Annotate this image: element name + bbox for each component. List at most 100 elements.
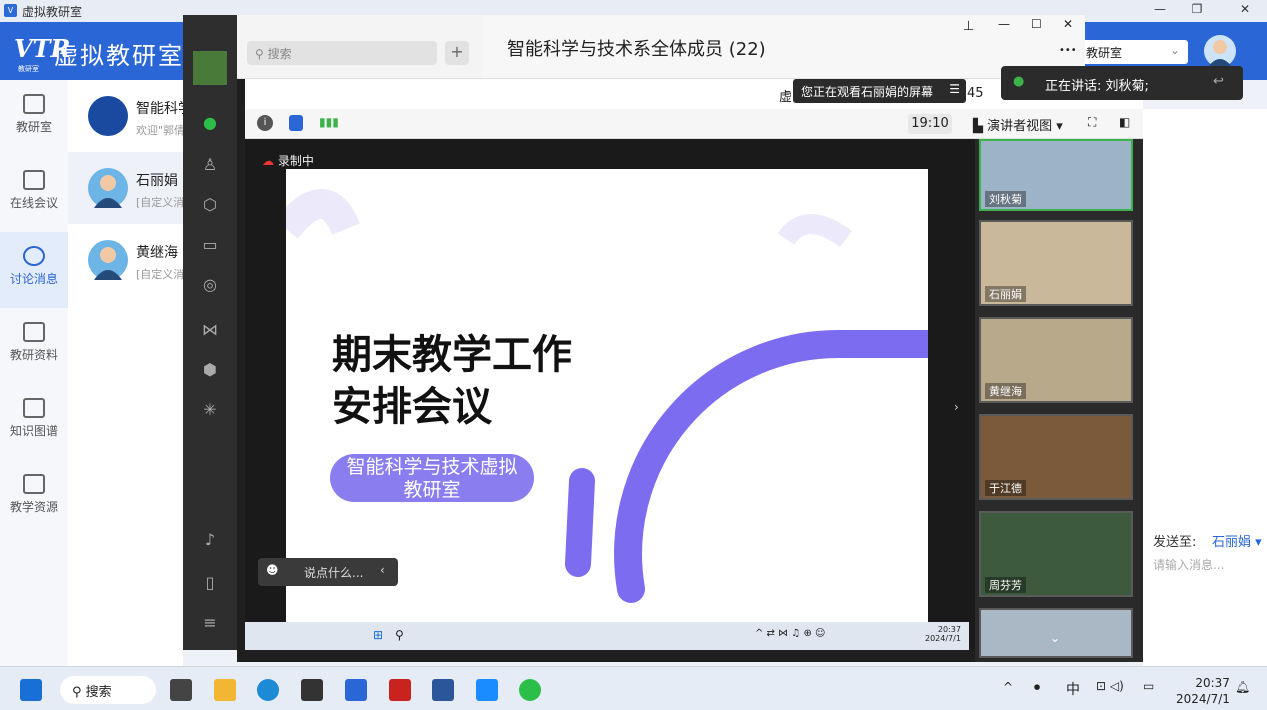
folder-icon[interactable]: ▭ bbox=[200, 235, 220, 255]
participant-tile[interactable]: 黄继海 bbox=[979, 317, 1133, 403]
list-item[interactable]: 黄继海 [自定义消 bbox=[68, 224, 183, 296]
edge-icon[interactable] bbox=[257, 679, 279, 701]
taskbar-clock[interactable]: 20:37 2024/7/1 bbox=[1176, 675, 1230, 707]
add-button[interactable]: + bbox=[445, 41, 469, 65]
minimize-button[interactable]: — bbox=[998, 17, 1010, 31]
conversation-preview: [自定义消 bbox=[136, 268, 183, 281]
nav-label: 教研室 bbox=[15, 120, 52, 134]
nav-item-knowledge-graph[interactable]: 知识图谱 bbox=[0, 384, 68, 460]
layout-icon[interactable]: ◧ bbox=[1119, 115, 1130, 129]
nav-item-online-meeting[interactable]: 在线会议 bbox=[0, 156, 68, 232]
mic-icon[interactable]: ⏺ bbox=[1034, 680, 1040, 695]
window-title: 虚拟教研室 bbox=[22, 5, 83, 19]
battery-icon[interactable]: ▭ bbox=[1143, 679, 1154, 693]
clock-time: 20:37 bbox=[1195, 676, 1230, 690]
meeting-app-icon[interactable] bbox=[476, 679, 498, 701]
speaking-indicator: ● 正在讲话: 刘秋菊; ↩ bbox=[1001, 66, 1243, 100]
wechat-icon[interactable] bbox=[519, 679, 541, 701]
reply-icon[interactable]: ↩ bbox=[1213, 74, 1224, 89]
inner-clock-time: 20:37 bbox=[937, 625, 961, 634]
task-view-icon[interactable] bbox=[170, 679, 192, 701]
participant-tile[interactable]: 石丽娟 bbox=[979, 220, 1133, 306]
file-explorer-icon[interactable] bbox=[214, 679, 236, 701]
list-item[interactable]: 智能科学 欢迎"郭倩 bbox=[68, 80, 183, 152]
phone-icon[interactable]: ▯ bbox=[200, 573, 220, 593]
participant-name: 黄继海 bbox=[985, 383, 1026, 399]
shield-icon[interactable] bbox=[289, 115, 303, 131]
say-placeholder: 说点什么... bbox=[304, 566, 364, 580]
book-icon bbox=[23, 94, 45, 114]
chat-icon bbox=[23, 246, 45, 266]
wecom-avatar[interactable] bbox=[193, 51, 227, 85]
nav-item-discussion[interactable]: 讨论消息 bbox=[0, 232, 68, 308]
search-input[interactable]: ⚲ 搜索 bbox=[247, 41, 437, 65]
aperture-icon[interactable]: ◎ bbox=[200, 275, 220, 295]
spark-icon[interactable]: ✳ bbox=[200, 400, 220, 420]
conversation-name: 石丽娟 bbox=[136, 173, 178, 189]
fullscreen-icon[interactable]: ⛶ bbox=[1088, 115, 1096, 130]
network-icon[interactable]: ⊡ ◁) bbox=[1096, 679, 1124, 693]
slide-pill-line: 智能科学与技术虚拟 bbox=[346, 456, 518, 478]
ime-indicator[interactable]: 中 bbox=[1066, 679, 1080, 699]
bell-icon[interactable]: 🔔︎ bbox=[1235, 680, 1250, 694]
pin-icon[interactable]: ⊥ bbox=[963, 19, 974, 34]
slide-title: 期末教学工作 安排会议 bbox=[332, 329, 632, 433]
meeting-toolbar: i ▮▮▮ 19:10 ▙ 演讲者视图 ▾ ⛶ ◧ ▤ 聊天 bbox=[245, 109, 1267, 139]
conversation-preview: [自定义消 bbox=[136, 196, 183, 209]
maximize-button[interactable]: ☐ bbox=[1031, 17, 1042, 31]
terminal-icon[interactable] bbox=[301, 679, 323, 701]
person-icon bbox=[1208, 40, 1232, 67]
slide-pill-line: 教研室 bbox=[403, 479, 461, 501]
chevron-down-icon[interactable]: ⌄ bbox=[1050, 631, 1060, 645]
search-icon: ⚲ bbox=[255, 47, 268, 61]
dept-select[interactable]: 教研室 ⌄ bbox=[1080, 40, 1188, 64]
nav-label: 知识图谱 bbox=[9, 424, 58, 438]
app-icon: V bbox=[4, 4, 17, 17]
list-item[interactable]: 石丽娟 [自定义消 bbox=[68, 152, 183, 224]
conversation-list: 智能科学 欢迎"郭倩 石丽娟 [自定义消 黄继海 [自定义消 bbox=[68, 80, 183, 666]
user-avatar[interactable] bbox=[1204, 35, 1236, 67]
word-icon[interactable] bbox=[432, 679, 454, 701]
butterfly-icon[interactable]: ⋈ bbox=[200, 320, 220, 340]
close-button[interactable]: ✕ bbox=[1230, 2, 1260, 20]
music-icon[interactable]: ♪ bbox=[200, 530, 220, 550]
logo: VTR 教研室 虚拟教研室 bbox=[14, 34, 182, 73]
more-button[interactable]: ••• bbox=[1059, 45, 1077, 56]
participant-name: 于江德 bbox=[985, 480, 1026, 496]
maximize-button[interactable]: ❐ bbox=[1182, 2, 1212, 20]
send-to-select[interactable]: 石丽娟 ▾ bbox=[1212, 531, 1262, 550]
chevron-left-icon[interactable]: ‹ bbox=[380, 563, 385, 577]
chat-icon[interactable]: ● bbox=[200, 113, 220, 133]
speaking-text: 正在讲话: 刘秋菊; bbox=[1045, 79, 1149, 94]
nav-item-materials[interactable]: 教研资料 bbox=[0, 308, 68, 384]
pdf-icon[interactable] bbox=[389, 679, 411, 701]
vtr-app-icon[interactable] bbox=[345, 679, 367, 701]
hexagon-icon[interactable]: ⬢ bbox=[200, 360, 220, 380]
participant-tile[interactable]: 于江德 bbox=[979, 414, 1133, 500]
chevron-up-icon[interactable]: ^ bbox=[1003, 680, 1013, 694]
nav-item-teaching-office[interactable]: 教研室 bbox=[0, 80, 68, 156]
info-icon[interactable]: i bbox=[257, 115, 273, 131]
chevron-right-icon[interactable]: › bbox=[954, 400, 959, 414]
view-mode-dropdown[interactable]: ▙ 演讲者视图 ▾ bbox=[973, 115, 1063, 134]
minimize-button[interactable]: — bbox=[1145, 2, 1175, 20]
close-button[interactable]: ✕ bbox=[1063, 17, 1073, 31]
signal-icon[interactable]: ▮▮▮ bbox=[319, 115, 339, 129]
participant-tile[interactable]: 周芬芳 bbox=[979, 511, 1133, 597]
emoji-icon[interactable]: ☻ bbox=[266, 563, 279, 577]
nav-item-resources[interactable]: 教学资源 bbox=[0, 460, 68, 536]
list-icon[interactable]: ☰ bbox=[949, 82, 960, 96]
contacts-icon[interactable]: ♙ bbox=[200, 155, 220, 175]
participant-name: 刘秋菊 bbox=[985, 191, 1026, 207]
start-button[interactable] bbox=[20, 679, 42, 701]
say-something-input[interactable]: ☻ 说点什么... ‹ bbox=[258, 558, 398, 586]
participant-tile[interactable]: 刘秋菊 bbox=[979, 139, 1133, 211]
avatar bbox=[88, 240, 128, 280]
send-to-value: 石丽娟 bbox=[1212, 535, 1252, 550]
inner-clock: 20:37 2024/7/1 bbox=[925, 625, 961, 643]
taskbar-search[interactable]: ⚲ 搜索 bbox=[60, 676, 156, 704]
message-input[interactable]: 请输入消息... bbox=[1153, 556, 1224, 573]
menu-icon[interactable]: ≡ bbox=[200, 613, 220, 633]
cube-icon[interactable]: ⬡ bbox=[200, 195, 220, 215]
search-icon: ⚲ bbox=[72, 685, 86, 700]
